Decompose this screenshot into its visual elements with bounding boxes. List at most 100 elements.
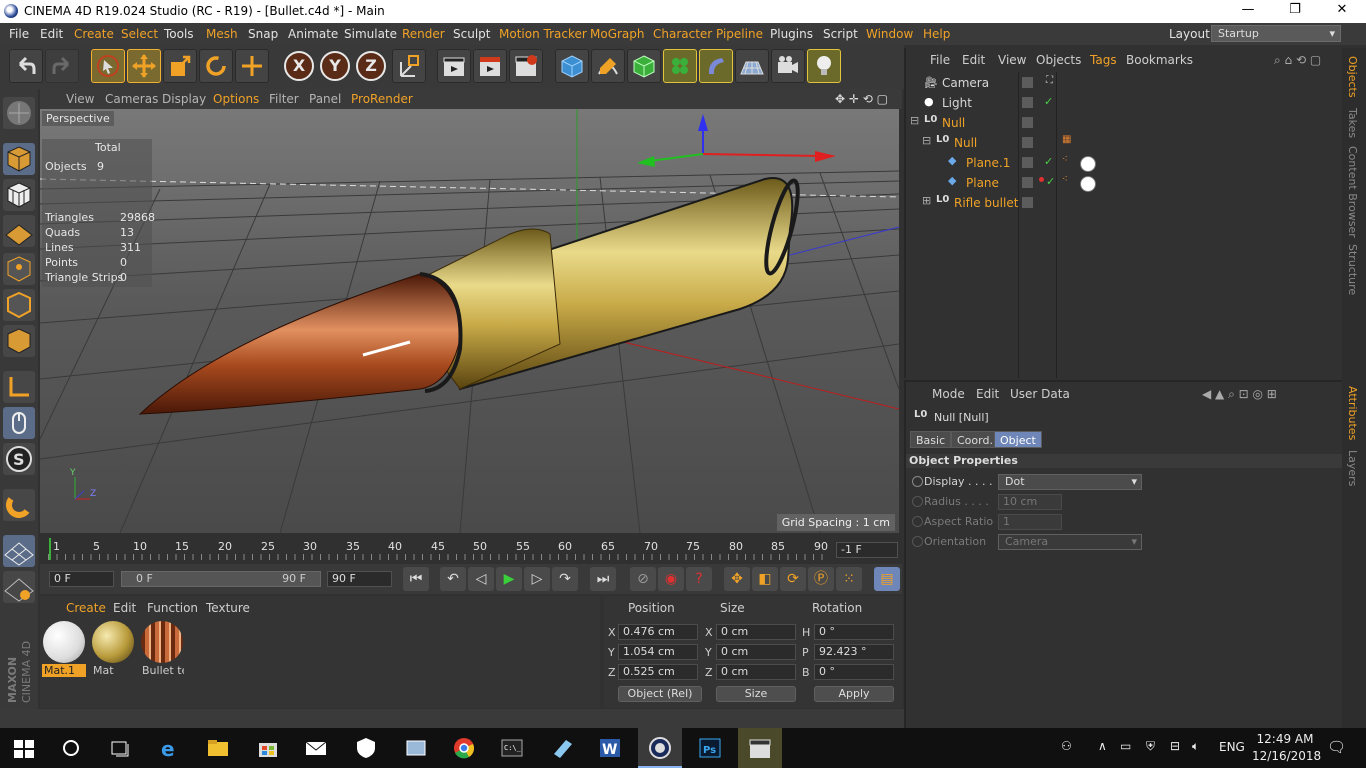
render-picture-viewer-button[interactable] [473,49,507,83]
menu-help[interactable]: Help [923,27,950,41]
object-menu-edit[interactable]: Edit [962,53,985,67]
material-menu-create[interactable]: Create [66,601,106,615]
rotate-tool-button[interactable] [199,49,233,83]
enabled-check-icon[interactable]: ✓ [1046,175,1055,188]
menu-tools[interactable]: Tools [164,27,194,41]
cloner-button[interactable] [663,49,697,83]
battery-icon[interactable]: ▭ [1120,739,1131,753]
side-tab-takes[interactable]: Takes [1346,108,1359,138]
move-tool-button[interactable] [127,49,161,83]
render-off-dot-icon[interactable] [1039,177,1044,182]
object-row[interactable]: 🎥︎ Camera ⛶ [906,73,1344,93]
visibility-toggle[interactable] [1022,157,1033,168]
undo-button[interactable] [9,49,43,83]
menu-select[interactable]: Select [121,27,158,41]
record-disabled-button[interactable]: ⊘ [630,567,656,591]
protection-tag-icon[interactable]: ⛶ [1046,75,1053,86]
material-menu-texture[interactable]: Texture [206,601,250,615]
coordinate-system-button[interactable] [392,49,426,83]
cube-primitive-button[interactable] [555,49,589,83]
live-selection-button[interactable] [91,49,125,83]
next-key-button[interactable]: ↷ [552,567,578,591]
object-menu-objects[interactable]: Objects [1036,53,1081,67]
viewport-menu-prorender[interactable]: ProRender [351,92,413,106]
attr-navigation-icons[interactable]: ◀ ▲ ⌕ ⊡ ◎ ⊞ [1202,387,1277,402]
material-swatch[interactable]: Mat.1 [42,620,86,678]
points-mode-button[interactable] [3,253,35,285]
size-y-field[interactable]: 0 cm [716,644,796,660]
record-active-objects-button[interactable]: ◉ [658,567,684,591]
visibility-toggle[interactable] [1022,177,1033,188]
command-prompt-icon[interactable]: C:\_ [500,736,526,760]
minimize-button[interactable]: — [1228,2,1268,20]
attr-menu-edit[interactable]: Edit [976,387,999,401]
visibility-toggle[interactable] [1022,197,1033,208]
chrome-browser-icon[interactable] [452,736,478,760]
phong-tag-icon[interactable]: ⁖ [1062,174,1068,185]
pos-x-field[interactable]: 0.476 cm [618,624,698,640]
pos-z-field[interactable]: 0.525 cm [618,664,698,680]
viewport-menu-cameras[interactable]: Cameras [105,92,158,106]
close-button[interactable]: ✕ [1322,2,1362,20]
layout-select[interactable]: Startup ▾ [1211,25,1341,42]
menu-edit[interactable]: Edit [40,27,63,41]
render-view-button[interactable] [437,49,471,83]
phong-tag-icon[interactable]: ⁖ [1062,154,1068,165]
viewport-menu-view[interactable]: View [66,92,94,106]
action-center-icon[interactable]: 🗨︎ [1327,738,1346,756]
light-button[interactable] [807,49,841,83]
start-frame-field[interactable]: 0 F [49,571,114,587]
viewport-camera-label[interactable]: Perspective [42,111,114,126]
play-button[interactable]: ▶ [496,567,522,591]
material-tag-white[interactable] [1080,176,1096,192]
material-swatch[interactable]: Bullet te [140,620,184,678]
enabled-check-icon[interactable]: ✓ [1044,95,1053,108]
display-animate-toggle[interactable] [912,476,923,487]
workplane-mode-button[interactable] [3,215,35,247]
object-row[interactable]: ● Light ✓ [906,93,1344,113]
go-to-end-button[interactable]: ⏭ [590,567,616,591]
mail-icon[interactable] [304,736,330,760]
autokeying-button[interactable]: ? [686,567,712,591]
side-tab-layers[interactable]: Layers [1346,450,1359,486]
size-mode-dropdown[interactable]: Size [716,686,796,702]
word-icon[interactable]: W [598,736,624,760]
recent-tool-button[interactable] [235,49,269,83]
material-tag-icon[interactable]: ▦ [1062,134,1071,145]
people-icon[interactable]: ⚇ [1061,739,1072,753]
shield-tray-icon[interactable]: ⛨ [1146,739,1155,754]
file-explorer-icon[interactable] [206,736,232,760]
tab-coord[interactable]: Coord. [951,431,999,448]
subdivision-surface-button[interactable] [627,49,661,83]
windows-start-icon[interactable] [12,736,38,760]
menu-animate[interactable]: Animate [288,27,338,41]
photos-app-icon[interactable] [404,736,430,760]
current-frame-field[interactable]: -1 F [836,542,898,558]
object-row[interactable]: ◆ Plane.1 ✓ ⁖ [906,153,1344,173]
viewport-menu-filter[interactable]: Filter [269,92,299,106]
clock-time[interactable]: 12:49 AM [1255,732,1315,746]
tweak-mode-button[interactable] [3,407,35,439]
size-x-field[interactable]: 0 cm [716,624,796,640]
perspective-viewport[interactable]: Perspective Total Objects 9 Triangles 29… [40,109,899,533]
object-menu-file[interactable]: File [930,53,950,67]
maximize-button[interactable]: ❐ [1275,2,1315,20]
side-tab-attributes[interactable]: Attributes [1346,386,1359,440]
visibility-toggle[interactable] [1022,77,1033,88]
camera-button[interactable] [771,49,805,83]
scale-tool-button[interactable] [163,49,197,83]
security-shield-icon[interactable] [354,736,380,760]
menu-mograph[interactable]: MoGraph [590,27,645,41]
expand-icon[interactable]: ⊞ [922,194,931,207]
polygons-mode-button[interactable] [3,325,35,357]
menu-pipeline[interactable]: Pipeline [716,27,763,41]
menu-file[interactable]: File [9,27,29,41]
pen-tablet-icon[interactable] [550,736,576,760]
taskbar-cinema4d-active[interactable] [638,728,682,768]
menu-window[interactable]: Window [866,27,913,41]
object-menu-view[interactable]: View [998,53,1026,67]
rot-p-field[interactable]: 92.423 ° [814,644,894,660]
pen-spline-button[interactable] [591,49,625,83]
texture-mode-button[interactable] [3,179,35,211]
key-rotation-button[interactable]: ⟳ [780,567,806,591]
